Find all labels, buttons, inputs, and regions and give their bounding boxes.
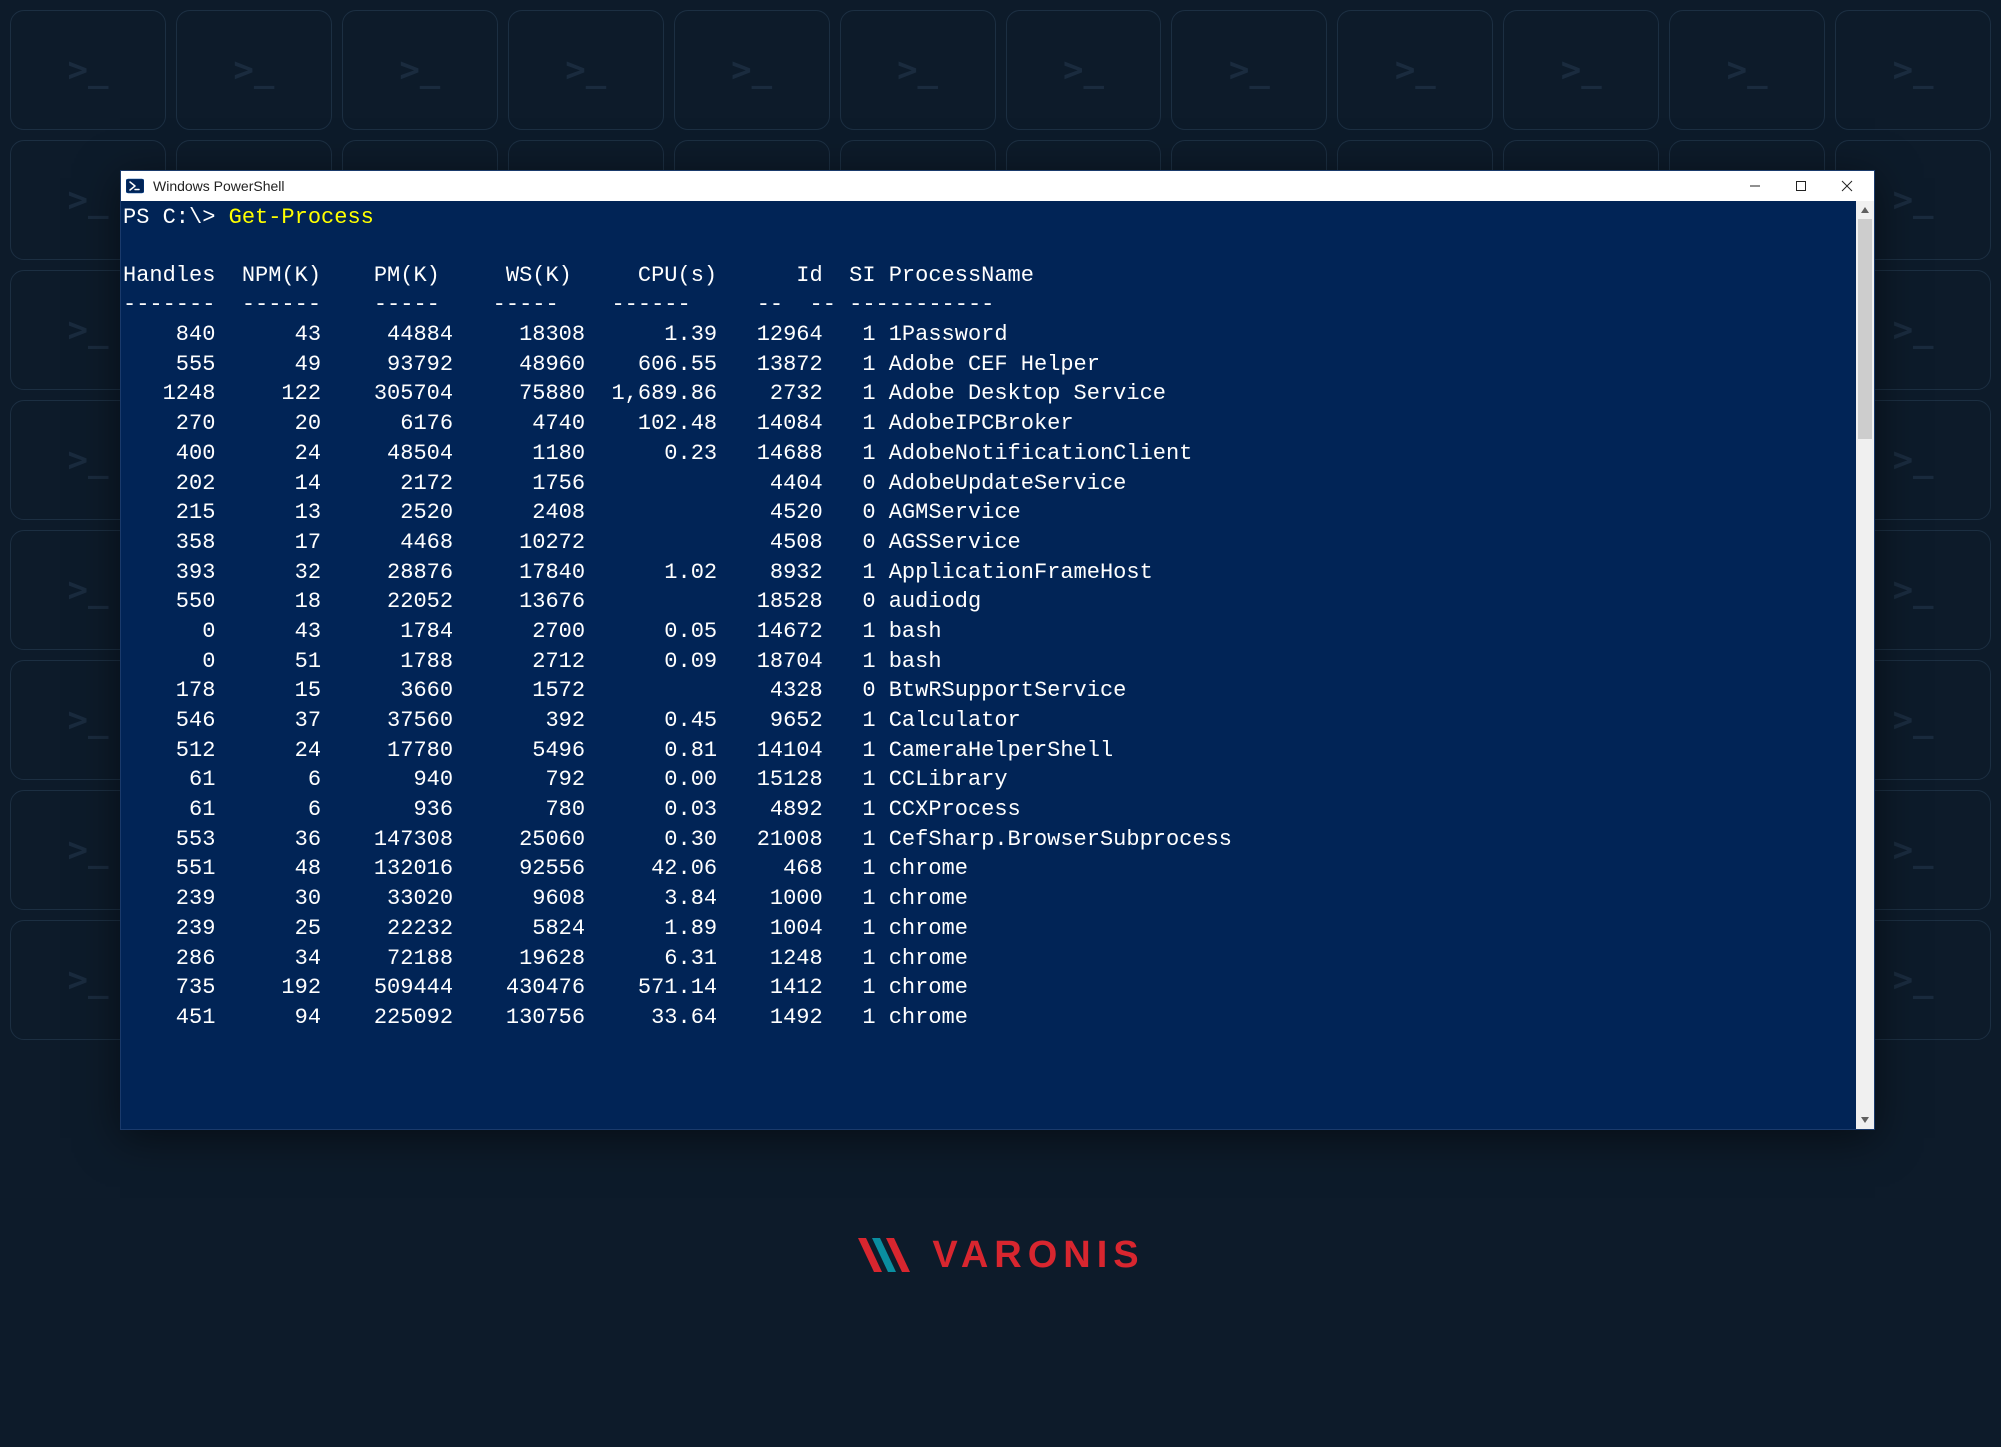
close-button[interactable] [1824,171,1870,201]
table-row: 239 25 22232 5824 1.89 1004 1 chrome [121,914,1874,944]
window-titlebar[interactable]: Windows PowerShell [121,171,1874,201]
table-row: 1248 122 305704 75880 1,689.86 2732 1 Ad… [121,379,1874,409]
powershell-window: Windows PowerShell PS C:\> Get-Process H… [120,170,1875,1130]
scroll-up-button[interactable] [1856,201,1874,219]
table-row: 735 192 509444 430476 571.14 1412 1 chro… [121,973,1874,1003]
table-row: 553 36 147308 25060 0.30 21008 1 CefShar… [121,825,1874,855]
console-output[interactable]: PS C:\> Get-Process Handles NPM(K) PM(K)… [121,201,1874,1129]
table-row: 393 32 28876 17840 1.02 8932 1 Applicati… [121,558,1874,588]
table-header: Handles NPM(K) PM(K) WS(K) CPU(s) Id SI … [121,261,1874,291]
table-row: 61 6 940 792 0.00 15128 1 CCLibrary [121,765,1874,795]
bg-cell: >_ [1835,10,1991,130]
table-row: 286 34 72188 19628 6.31 1248 1 chrome [121,944,1874,974]
table-row: 178 15 3660 1572 4328 0 BtwRSupportServi… [121,676,1874,706]
table-row: 215 13 2520 2408 4520 0 AGMService [121,498,1874,528]
table-row: 551 48 132016 92556 42.06 468 1 chrome [121,854,1874,884]
vertical-scrollbar[interactable] [1856,201,1874,1129]
bg-cell: >_ [1503,10,1659,130]
table-divider: ------- ------ ----- ----- ------ -- -- … [121,290,1874,320]
bg-cell: >_ [1669,10,1825,130]
table-row: 550 18 22052 13676 18528 0 audiodg [121,587,1874,617]
minimize-button[interactable] [1732,171,1778,201]
powershell-icon [125,176,145,196]
prompt-prefix: PS C:\> [123,205,229,230]
table-row: 840 43 44884 18308 1.39 12964 1 1Passwor… [121,320,1874,350]
bg-cell: >_ [1337,10,1493,130]
table-row: 239 30 33020 9608 3.84 1000 1 chrome [121,884,1874,914]
table-row: 202 14 2172 1756 4404 0 AdobeUpdateServi… [121,469,1874,499]
table-row: 451 94 225092 130756 33.64 1492 1 chrome [121,1003,1874,1033]
maximize-button[interactable] [1778,171,1824,201]
bg-cell: >_ [840,10,996,130]
bg-cell: >_ [508,10,664,130]
varonis-mark-icon [856,1230,926,1280]
table-row: 0 43 1784 2700 0.05 14672 1 bash [121,617,1874,647]
window-title: Windows PowerShell [153,178,285,194]
bg-cell: >_ [1171,10,1327,130]
table-row: 555 49 93792 48960 606.55 13872 1 Adobe … [121,350,1874,380]
bg-cell: >_ [176,10,332,130]
table-row: 358 17 4468 10272 4508 0 AGSService [121,528,1874,558]
table-row: 512 24 17780 5496 0.81 14104 1 CameraHel… [121,736,1874,766]
bg-cell: >_ [10,10,166,130]
bg-cell: >_ [1006,10,1162,130]
prompt-command: Get-Process [229,205,374,230]
table-row: 546 37 37560 392 0.45 9652 1 Calculator [121,706,1874,736]
table-row: 0 51 1788 2712 0.09 18704 1 bash [121,647,1874,677]
prompt-line: PS C:\> Get-Process [121,201,1874,239]
bg-cell: >_ [342,10,498,130]
scroll-thumb[interactable] [1858,219,1872,439]
scroll-down-button[interactable] [1856,1111,1874,1129]
brand-logo: VARONIS [0,1230,2001,1280]
bg-cell: >_ [674,10,830,130]
table-row: 400 24 48504 1180 0.23 14688 1 AdobeNoti… [121,439,1874,469]
table-row: 61 6 936 780 0.03 4892 1 CCXProcess [121,795,1874,825]
brand-name: VARONIS [932,1234,1144,1277]
table-row: 270 20 6176 4740 102.48 14084 1 AdobeIPC… [121,409,1874,439]
scroll-track[interactable] [1856,219,1874,1111]
